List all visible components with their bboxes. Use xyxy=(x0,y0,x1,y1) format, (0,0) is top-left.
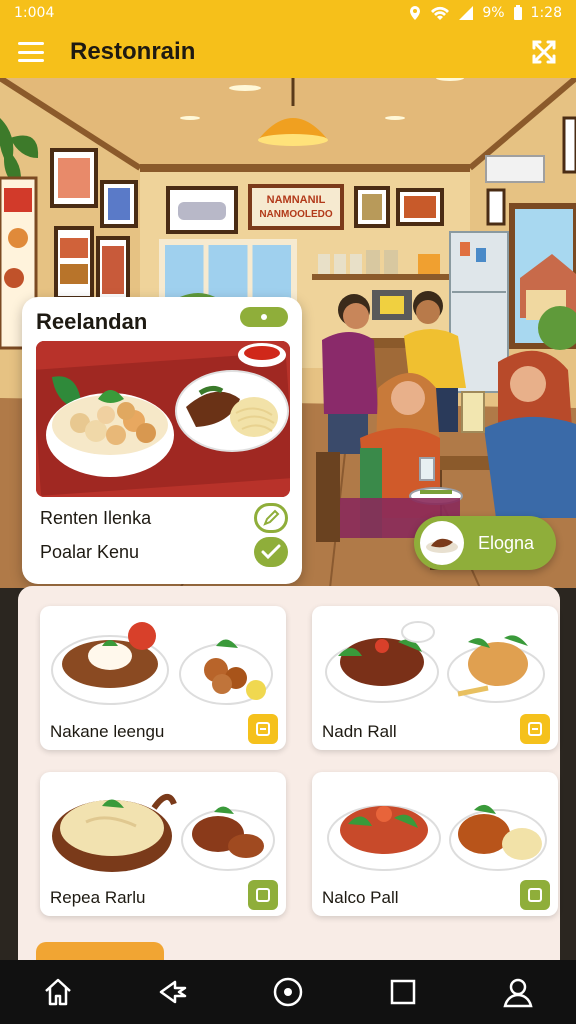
circle-home-icon[interactable] xyxy=(268,972,308,1012)
menu-card-4-note-icon[interactable] xyxy=(520,880,550,910)
menu-card-2-label: Nadn Rall xyxy=(322,722,397,741)
wall-sign-line1: NAMNANIL xyxy=(267,194,326,206)
menu-card-2-note-icon[interactable] xyxy=(520,714,550,744)
featured-row-2[interactable]: Poalar Kenu xyxy=(40,537,288,567)
signal-icon xyxy=(459,6,474,20)
home-icon[interactable] xyxy=(38,972,78,1012)
featured-row-1-label: Renten Ilenka xyxy=(40,507,152,528)
featured-card[interactable]: Reelandan Renten Ilenka Poalar Kenu xyxy=(22,297,302,584)
menu-card-1-image xyxy=(51,622,273,705)
menu-card-3-note-icon[interactable] xyxy=(248,880,278,910)
expand-icon[interactable] xyxy=(530,38,558,66)
battery-percent: 9% xyxy=(482,5,505,21)
edit-check-icon[interactable] xyxy=(254,503,288,533)
featured-row-2-label: Poalar Kenu xyxy=(40,541,140,562)
status-time-left: 1:004 xyxy=(14,5,55,21)
app-bar: Restonrain xyxy=(0,26,576,78)
order-button[interactable]: Elogna xyxy=(414,516,556,570)
menu-card-1-label: Nakane leengu xyxy=(50,722,165,741)
menu-card-1[interactable]: Nakane leengu xyxy=(40,606,286,750)
status-time-right: 1:28 xyxy=(530,5,562,21)
dish-thumbnail-icon xyxy=(420,521,464,565)
menu-card-3[interactable]: Repea Rarlu xyxy=(40,772,286,916)
hamburger-menu-icon[interactable] xyxy=(18,42,44,62)
profile-icon[interactable] xyxy=(498,972,538,1012)
featured-dish-image xyxy=(36,341,290,497)
app-title: Restonrain xyxy=(70,38,196,65)
menu-card-2-image xyxy=(325,621,545,703)
bottom-nav-bar xyxy=(0,960,576,1024)
menu-card-1-note-icon[interactable] xyxy=(248,714,278,744)
menu-card-3-label: Repea Rarlu xyxy=(50,888,146,907)
square-recents-icon[interactable] xyxy=(383,972,423,1012)
menu-card-4[interactable]: Nalco Pall xyxy=(312,772,558,916)
back-icon[interactable] xyxy=(153,972,193,1012)
menu-card-4-image xyxy=(327,804,547,871)
featured-toggle-pill[interactable] xyxy=(240,307,288,327)
status-bar: 1:004 9% 1:28 xyxy=(0,0,576,26)
battery-icon xyxy=(513,5,522,20)
menu-card-3-image xyxy=(52,794,275,872)
featured-row-1[interactable]: Renten Ilenka xyxy=(40,503,288,533)
checkmark-icon[interactable] xyxy=(254,537,288,567)
menu-card-2[interactable]: Nadn Rall xyxy=(312,606,558,750)
location-icon xyxy=(410,6,421,20)
status-icons: 9% 1:28 xyxy=(408,5,562,21)
wall-sign-line2: NANMOOLEDO xyxy=(259,209,333,220)
order-button-label: Elogna xyxy=(478,532,535,553)
menu-card-4-label: Nalco Pall xyxy=(322,888,399,907)
wifi-icon xyxy=(431,6,450,20)
